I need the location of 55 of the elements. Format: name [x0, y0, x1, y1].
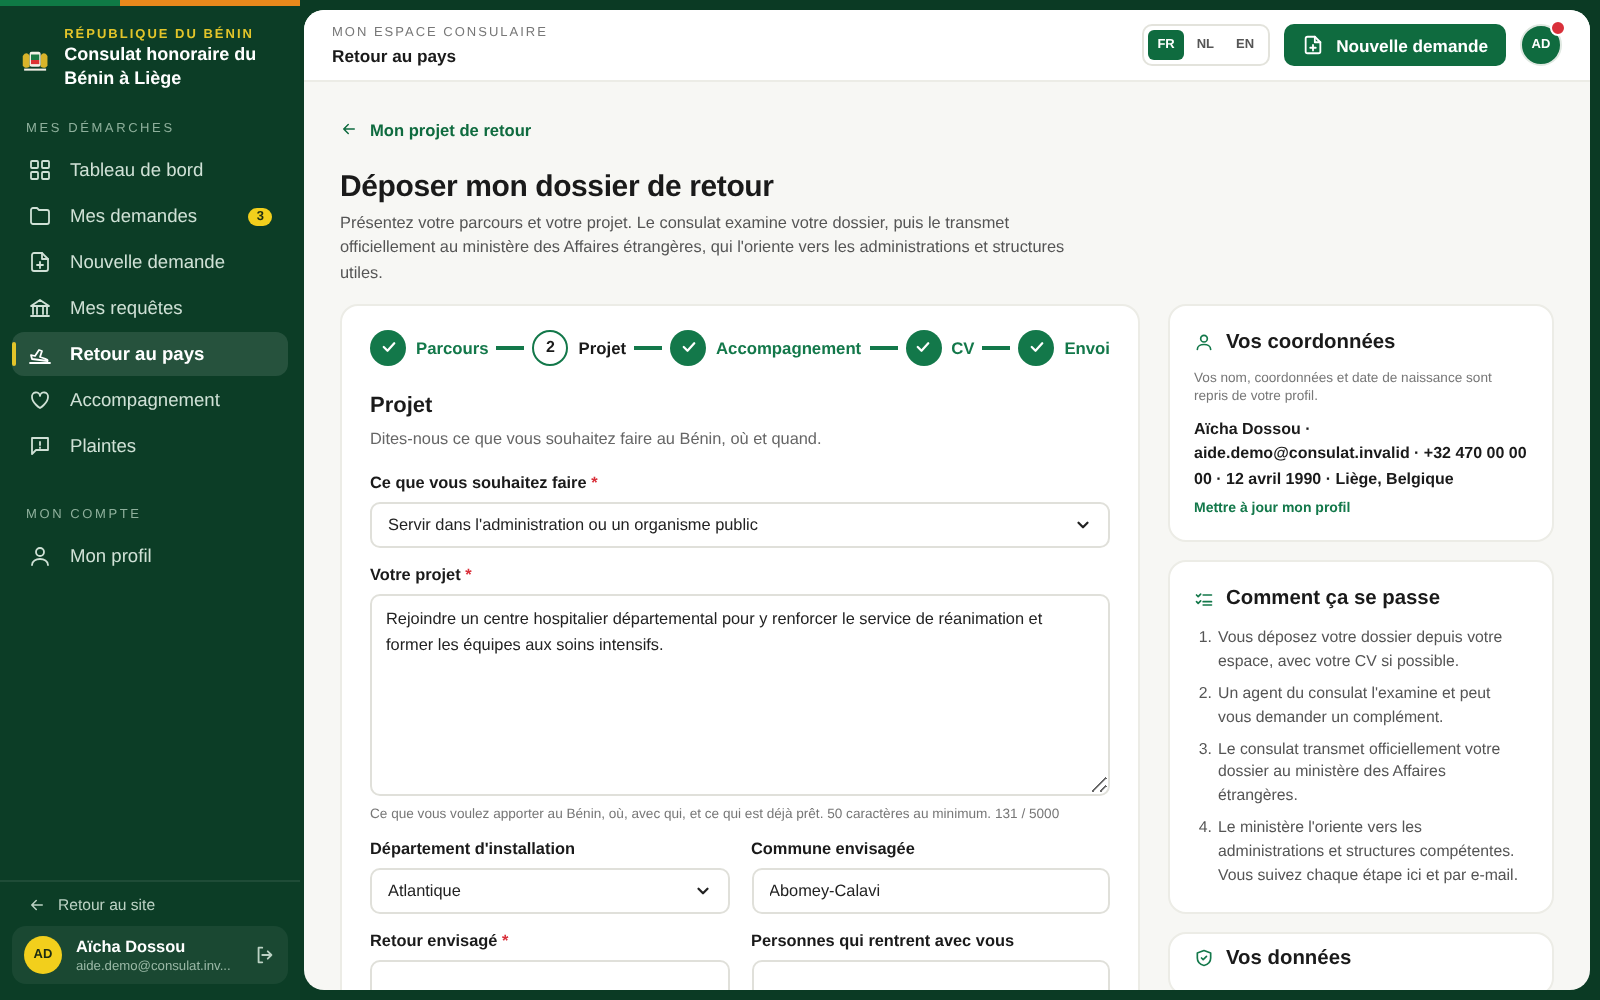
intro-text: Présentez votre parcours et votre projet. Le consulat examine votre dossier, puis le transmet officiellement au ministère des Affaires étrangères, qui l'oriente vers les administrations et structures utiles.: [340, 212, 1067, 286]
page-heading: Déposer mon dossier de retour: [340, 170, 776, 204]
check-icon: [1027, 338, 1046, 357]
field-label: Personnes qui rentrent avec vous: [751, 931, 1016, 950]
back-link[interactable]: Mon projet de retour: [340, 119, 532, 139]
step-number: 2: [532, 329, 569, 366]
person-icon: [28, 544, 52, 569]
field-label: Département d'installation: [370, 839, 577, 858]
nav-item[interactable]: Retour au pays: [12, 332, 288, 377]
field-label: Commune envisagée: [751, 839, 917, 858]
person-icon: [1194, 332, 1214, 353]
field-label: Ce que vous souhaitez faire *: [370, 473, 600, 492]
nav-item[interactable]: Tableau de bord: [12, 148, 288, 193]
page-title: Retour au pays: [332, 45, 459, 65]
field-label: Retour envisagé *: [370, 931, 511, 950]
check-icon: [379, 338, 397, 357]
check-icon: [679, 338, 697, 357]
step-label[interactable]: Parcours: [416, 337, 489, 358]
nav-item[interactable]: Nouvelle demande: [12, 240, 288, 285]
logout-icon: [254, 944, 276, 966]
arrow-left-icon: [28, 896, 46, 914]
new-request-button[interactable]: Nouvelle demande: [1284, 24, 1506, 66]
file-plus-icon: [28, 250, 52, 275]
user-name: Aïcha Dossou: [76, 937, 188, 955]
nav-item[interactable]: Mon profil: [12, 534, 288, 579]
speech-bubble-icon: [28, 434, 52, 459]
contact-details: Aïcha Dossou · aide.demo@consulat.invalid · +32 470 00 00 00 · 12 avril 1990 · Liège, Belgique: [1194, 417, 1528, 492]
logout-button[interactable]: [254, 944, 276, 966]
field-label: Votre projet *: [370, 565, 474, 584]
section-heading: Projet: [370, 393, 435, 418]
card-title: Vos données: [1226, 947, 1352, 970]
check-icon: [914, 338, 933, 357]
dropdown-field[interactable]: Atlantique: [370, 867, 729, 914]
card-title: Comment ça se passe: [1226, 588, 1441, 611]
step-label[interactable]: Accompagnement: [716, 337, 862, 358]
folder-icon: [28, 204, 52, 229]
text-area[interactable]: Rejoindre un centre hospitalier départemental pour y renforcer le service de réanimation et former les équipes aux soins intensifs.: [370, 593, 1110, 796]
checklist-icon: [1194, 589, 1214, 610]
file-plus-icon: [1302, 34, 1325, 56]
step-label[interactable]: Projet: [578, 337, 627, 358]
nav-item[interactable]: Mes requêtes: [12, 286, 288, 331]
grid-icon: [28, 158, 52, 183]
nav-item[interactable]: Plaintes: [12, 424, 288, 469]
dropdown-field[interactable]: Servir dans l'administration ou un organisme public: [370, 501, 1110, 548]
step-label[interactable]: Envoi: [1064, 337, 1110, 358]
consulate-name: Consulat honoraire du Bénin à Liège: [64, 44, 259, 91]
step-label[interactable]: CV: [951, 337, 975, 358]
bank-icon: [28, 296, 52, 321]
shield-check-icon: [1194, 948, 1214, 969]
section-hint: Dites-nous ce que vous souhaitez faire au Bénin, où et quand.: [370, 429, 824, 448]
heart-icon: [28, 388, 52, 413]
arrow-left-icon: [340, 120, 358, 138]
card-title: Vos coordonnées: [1226, 331, 1396, 354]
nav-item[interactable]: Accompagnement: [12, 378, 288, 423]
input-field[interactable]: Abomey-Calavi: [751, 867, 1110, 914]
